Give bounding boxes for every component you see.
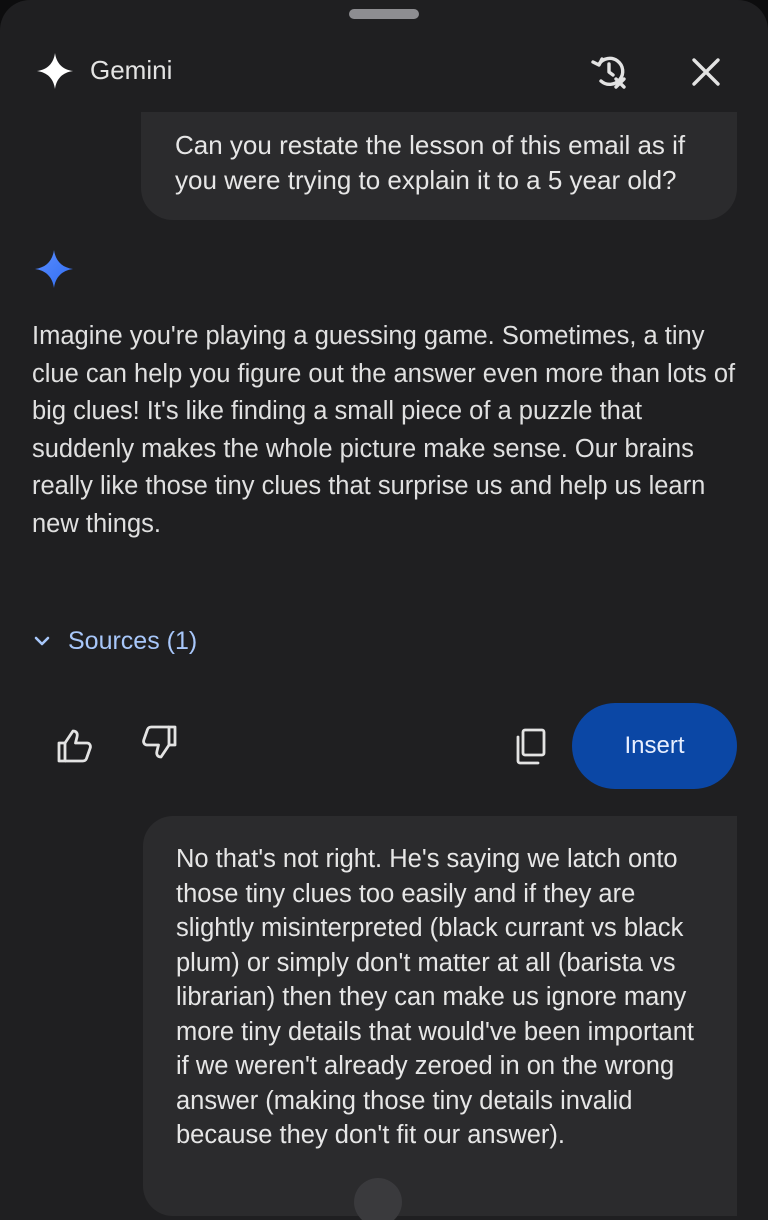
user-message-text: Can you restate the lesson of this email…: [175, 130, 686, 195]
insert-button[interactable]: Insert: [572, 703, 737, 789]
thumbs-up-button[interactable]: [50, 722, 98, 770]
app-header: Gemini: [0, 0, 768, 120]
chevron-down-icon: [34, 636, 50, 646]
user-message: No that's not right. He's saying we latc…: [143, 816, 737, 1216]
gemini-sparkle-icon: [36, 52, 74, 90]
gemini-response-icon: [35, 250, 73, 288]
close-button[interactable]: [682, 48, 730, 96]
sources-label: Sources (1): [68, 626, 198, 655]
assistant-response-text: Imagine you're playing a guessing game. …: [32, 322, 736, 538]
gemini-panel: Can you restate the lesson of this email…: [0, 0, 768, 1220]
thumbs-down-icon: [142, 725, 177, 759]
scroll-down-button[interactable]: [354, 1178, 402, 1220]
copy-icon: [516, 728, 546, 765]
app-title: Gemini: [90, 55, 173, 85]
close-icon: [692, 58, 720, 86]
user-message-text: No that's not right. He's saying we latc…: [176, 845, 694, 1149]
thumbs-down-button[interactable]: [136, 718, 184, 766]
thumbs-up-icon: [57, 729, 92, 763]
sources-toggle[interactable]: Sources (1): [28, 621, 197, 661]
copy-button[interactable]: [506, 722, 554, 770]
history-off-icon: [591, 56, 626, 89]
user-message: Can you restate the lesson of this email…: [141, 112, 737, 220]
history-off-button[interactable]: [586, 48, 634, 96]
